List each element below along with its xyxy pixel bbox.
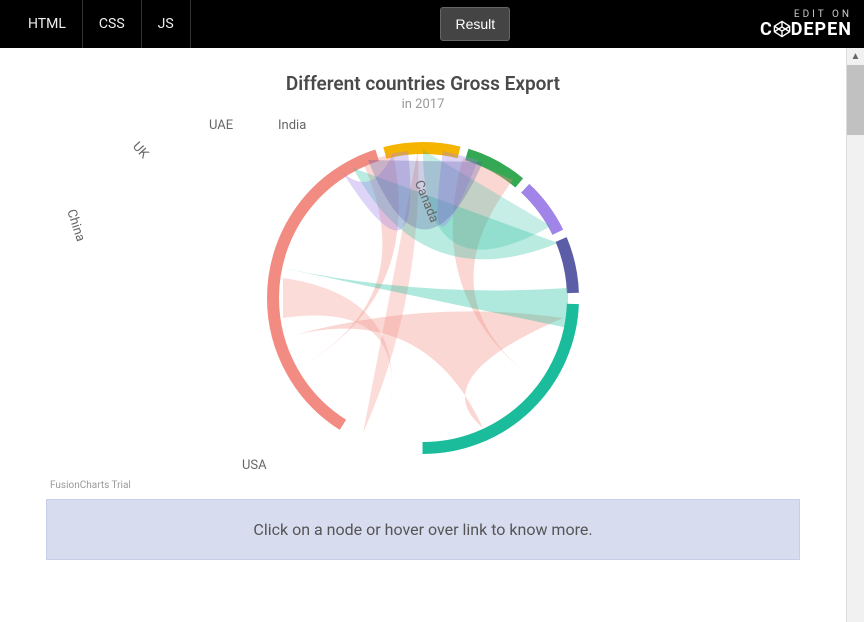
chart-subtitle: in 2017	[46, 97, 800, 112]
result-button[interactable]: Result	[440, 7, 510, 41]
label-uae: UAE	[209, 118, 233, 133]
scroll-thumb[interactable]	[847, 65, 864, 135]
vertical-scrollbar[interactable]: ▲	[846, 48, 864, 622]
result-content: Different countries Gross Export in 2017	[0, 48, 846, 622]
result-frame: Different countries Gross Export in 2017	[0, 48, 864, 622]
tab-html[interactable]: HTML	[12, 0, 83, 48]
top-bar: HTML CSS JS Result EDIT ON C DEPEN	[0, 0, 864, 48]
tab-css[interactable]: CSS	[83, 0, 142, 48]
label-usa: USA	[242, 458, 267, 473]
codepen-icon	[773, 20, 791, 38]
label-india: India	[278, 118, 306, 133]
chord-chart[interactable]: USA China UK UAE India Canada	[46, 118, 800, 478]
hint-message-box: Click on a node or hover over link to kn…	[46, 499, 800, 560]
codepen-brand[interactable]: EDIT ON C DEPEN	[760, 9, 852, 40]
brand-codepen-label: C DEPEN	[760, 20, 852, 40]
editor-tabs: HTML CSS JS	[12, 0, 191, 48]
trial-watermark: FusionCharts Trial	[46, 478, 800, 493]
chart-title: Different countries Gross Export	[46, 72, 800, 95]
tab-js[interactable]: JS	[142, 0, 191, 48]
scroll-up-icon[interactable]: ▲	[847, 48, 864, 65]
brand-edit-on-label: EDIT ON	[760, 9, 852, 20]
